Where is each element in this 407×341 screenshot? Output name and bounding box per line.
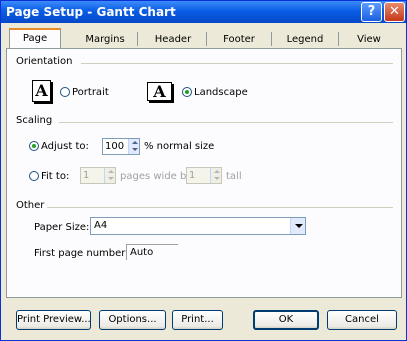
fit-to-radio[interactable]	[29, 171, 39, 181]
fit-to-label[interactable]: Fit to:	[41, 171, 69, 182]
ok-button[interactable]: OK	[253, 310, 319, 330]
first-page-number-field[interactable]: Auto	[126, 244, 178, 260]
pages-tall-label: tall	[226, 171, 242, 182]
help-button[interactable]: ?	[361, 2, 382, 22]
spinner-arrows-icon[interactable]	[210, 168, 221, 183]
paper-size-value: A4	[94, 220, 108, 231]
tab-separator	[137, 32, 138, 46]
chevron-down-icon[interactable]	[290, 218, 305, 234]
tab-view[interactable]: View	[339, 31, 399, 48]
portrait-label[interactable]: Portrait	[72, 87, 109, 98]
title-bar: Page Setup - Gantt Chart ? ✕	[1, 1, 406, 23]
orientation-group-label: Orientation	[16, 56, 73, 67]
page-setup-dialog: Page Setup - Gantt Chart ? ✕ Page Margin…	[0, 0, 407, 341]
group-divider	[81, 63, 393, 64]
adjust-percent-spinner[interactable]: 100	[102, 138, 140, 155]
tab-header[interactable]: Header	[141, 31, 205, 48]
portrait-page-icon: A	[32, 80, 51, 102]
scaling-group-label: Scaling	[16, 115, 53, 126]
pages-wide-value: 1	[83, 170, 90, 181]
landscape-radio[interactable]	[182, 87, 192, 97]
other-group-label: Other	[16, 200, 45, 211]
adjust-to-radio[interactable]	[29, 141, 39, 151]
group-divider	[59, 122, 393, 123]
print-button[interactable]: Print...	[172, 310, 223, 330]
paper-size-select[interactable]: A4	[90, 217, 306, 235]
options-button[interactable]: Options...	[99, 310, 166, 330]
paper-size-label: Paper Size:	[34, 222, 90, 233]
landscape-label[interactable]: Landscape	[194, 87, 248, 98]
tab-page[interactable]: Page	[9, 28, 61, 49]
adjust-suffix-label: % normal size	[144, 141, 215, 152]
adjust-to-label[interactable]: Adjust to:	[41, 141, 89, 152]
pages-tall-value: 1	[189, 170, 196, 181]
group-divider	[47, 207, 393, 208]
tab-legend[interactable]: Legend	[273, 31, 337, 48]
spinner-arrows-icon[interactable]	[128, 139, 139, 154]
cancel-button[interactable]: Cancel	[327, 310, 397, 330]
tab-margins[interactable]: Margins	[69, 31, 141, 48]
first-page-number-label: First page number:	[34, 248, 129, 259]
window-title: Page Setup - Gantt Chart	[6, 5, 176, 19]
tab-separator	[271, 32, 272, 46]
tab-footer[interactable]: Footer	[207, 31, 271, 48]
pages-tall-spinner[interactable]: 1	[186, 167, 222, 184]
adjust-percent-value: 100	[105, 141, 125, 152]
portrait-radio[interactable]	[60, 87, 70, 97]
print-preview-button[interactable]: Print Preview...	[16, 310, 91, 330]
spinner-arrows-icon[interactable]	[104, 168, 115, 183]
pages-wide-spinner[interactable]: 1	[80, 167, 116, 184]
landscape-page-icon: A	[147, 82, 172, 101]
first-page-number-value: Auto	[130, 247, 154, 258]
pages-wide-label: pages wide by	[120, 171, 193, 182]
close-button[interactable]: ✕	[384, 2, 405, 22]
